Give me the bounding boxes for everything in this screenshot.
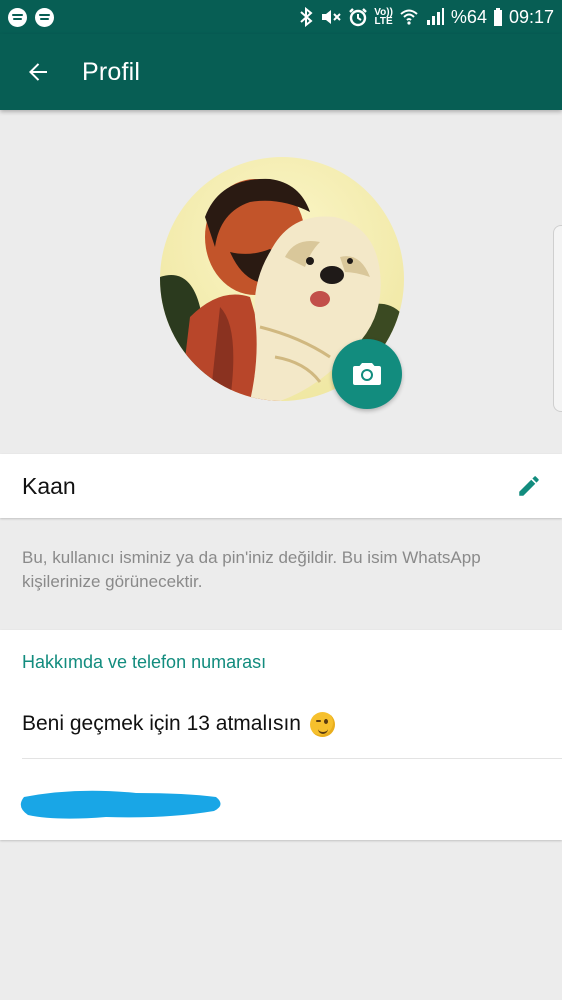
spotify-icon [8,7,27,27]
volte-icon: Vo)) LTE [374,8,393,27]
about-card: Hakkımda ve telefon numarası Beni geçmek… [0,630,562,840]
winking-face-icon [309,711,335,737]
profile-name: Kaan [22,472,76,499]
alarm-icon [349,8,368,27]
clock: 09:17 [508,6,554,27]
section-title: Hakkımda ve telefon numarası [22,652,267,672]
mute-icon [322,10,341,24]
status-bar-right: Vo)) LTE %64 09:17 [298,7,554,28]
page-title: Profil [82,57,141,86]
name-hint: Bu, kullanıcı isminiz ya da pin'iniz değ… [22,548,481,591]
battery-percent: %64 [450,6,487,27]
volte-bottom-label: LTE [374,16,393,27]
arrow-back-icon[interactable] [26,60,50,84]
battery-icon [493,8,502,26]
app-bar: Profil [0,34,562,110]
change-photo-button[interactable] [332,339,402,409]
phone-number-row[interactable] [0,760,562,840]
about-status-text: Beni geçmek için 13 atmalısın [22,712,301,735]
divider [22,758,562,759]
status-bar-left [8,7,54,27]
spotify-icon [35,7,54,27]
profile-photo-container [160,157,404,409]
redacted-phone-number [20,790,221,819]
bluetooth-icon [300,7,313,27]
wifi-icon [400,9,418,25]
status-bar: Vo)) LTE %64 09:17 [0,0,562,34]
signal-icon [426,8,444,25]
pencil-icon[interactable] [516,473,542,499]
scroll-edge-indicator [553,225,562,412]
name-row[interactable]: Kaan [0,454,562,518]
about-status-row[interactable]: Beni geçmek için 13 atmalısın [22,704,562,744]
camera-icon [353,363,381,385]
